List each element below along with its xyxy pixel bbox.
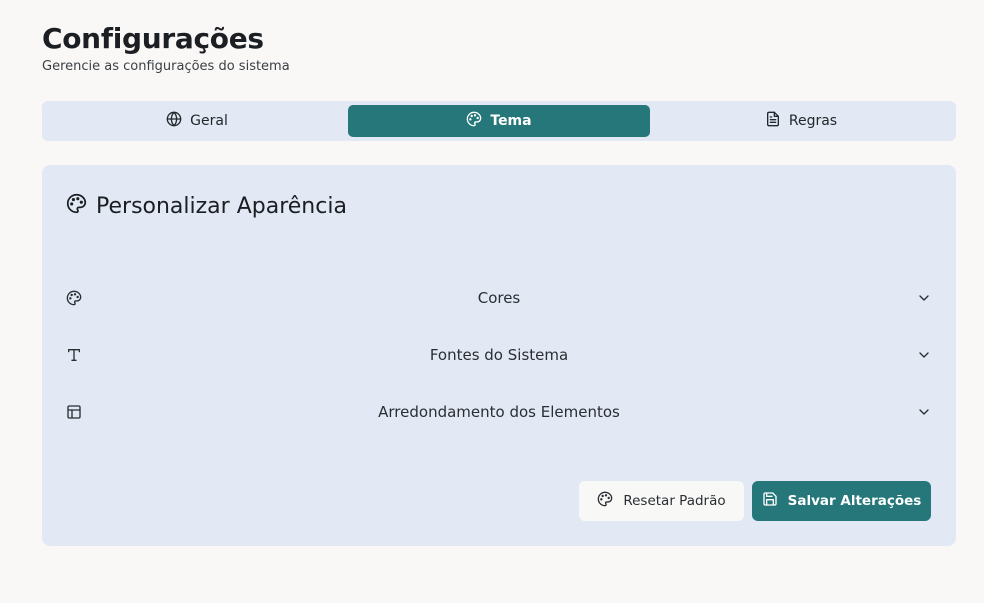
type-icon <box>66 347 82 363</box>
tab-regras[interactable]: Regras <box>650 105 952 137</box>
layout-icon <box>66 404 82 420</box>
reset-default-button[interactable]: Resetar Padrão <box>579 481 744 521</box>
save-button-label: Salvar Alterações <box>787 493 922 509</box>
palette-icon <box>597 491 613 511</box>
tab-geral[interactable]: Geral <box>46 105 348 137</box>
chevron-down-icon <box>916 404 932 420</box>
card-title: Personalizar Aparência <box>66 193 347 220</box>
palette-icon <box>66 193 87 220</box>
accordion-fontes[interactable]: Fontes do Sistema <box>66 337 932 373</box>
palette-icon <box>66 290 82 306</box>
card-title-text: Personalizar Aparência <box>96 194 347 219</box>
page-header: Configurações Gerencie as configurações … <box>42 22 290 74</box>
globe-icon <box>166 111 182 131</box>
tab-label: Tema <box>490 113 532 129</box>
accordion-arredondamento[interactable]: Arredondamento dos Elementos <box>66 394 932 430</box>
chevron-down-icon <box>916 290 932 306</box>
page-title: Configurações <box>42 22 264 55</box>
page-subtitle: Gerencie as configurações do sistema <box>42 59 290 74</box>
tab-label: Regras <box>788 113 838 129</box>
palette-icon <box>466 111 482 131</box>
settings-tabs: Geral Tema Regras <box>42 101 956 141</box>
appearance-card: Personalizar Aparência Cores Fontes do S… <box>42 165 956 546</box>
accordion-cores[interactable]: Cores <box>66 280 932 316</box>
chevron-down-icon <box>916 347 932 363</box>
tab-label: Geral <box>190 113 228 129</box>
reset-button-label: Resetar Padrão <box>623 493 726 509</box>
accordion-label: Fontes do Sistema <box>429 346 569 364</box>
document-icon <box>765 111 781 131</box>
save-icon <box>762 491 778 511</box>
accordion-label: Arredondamento dos Elementos <box>378 403 620 421</box>
accordion-label: Cores <box>477 289 521 307</box>
tab-tema[interactable]: Tema <box>348 105 650 137</box>
save-changes-button[interactable]: Salvar Alterações <box>752 481 931 521</box>
